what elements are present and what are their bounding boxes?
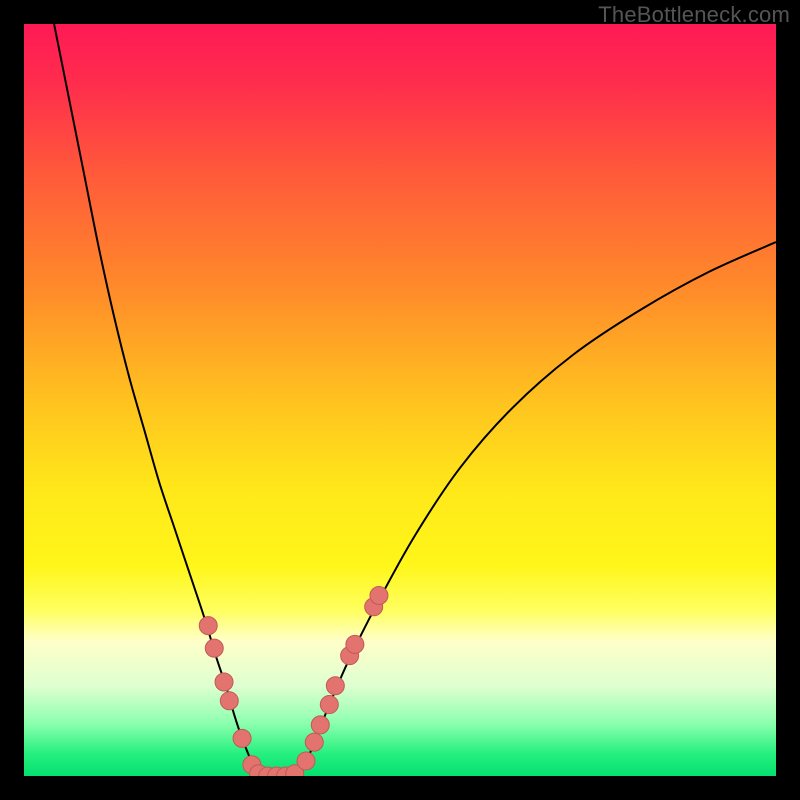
marker-dot — [346, 635, 364, 653]
marker-dot — [305, 733, 323, 751]
marker-dot — [320, 696, 338, 714]
bottleneck-curve — [54, 24, 776, 776]
marker-dot — [326, 677, 344, 695]
marker-dot — [215, 673, 233, 691]
marker-dot — [233, 729, 251, 747]
marker-group — [199, 587, 388, 776]
marker-dot — [205, 639, 223, 657]
marker-dot — [370, 587, 388, 605]
plot-overlay — [24, 24, 776, 776]
marker-dot — [199, 617, 217, 635]
marker-dot — [297, 752, 315, 770]
marker-dot — [220, 692, 238, 710]
marker-dot — [311, 716, 329, 734]
